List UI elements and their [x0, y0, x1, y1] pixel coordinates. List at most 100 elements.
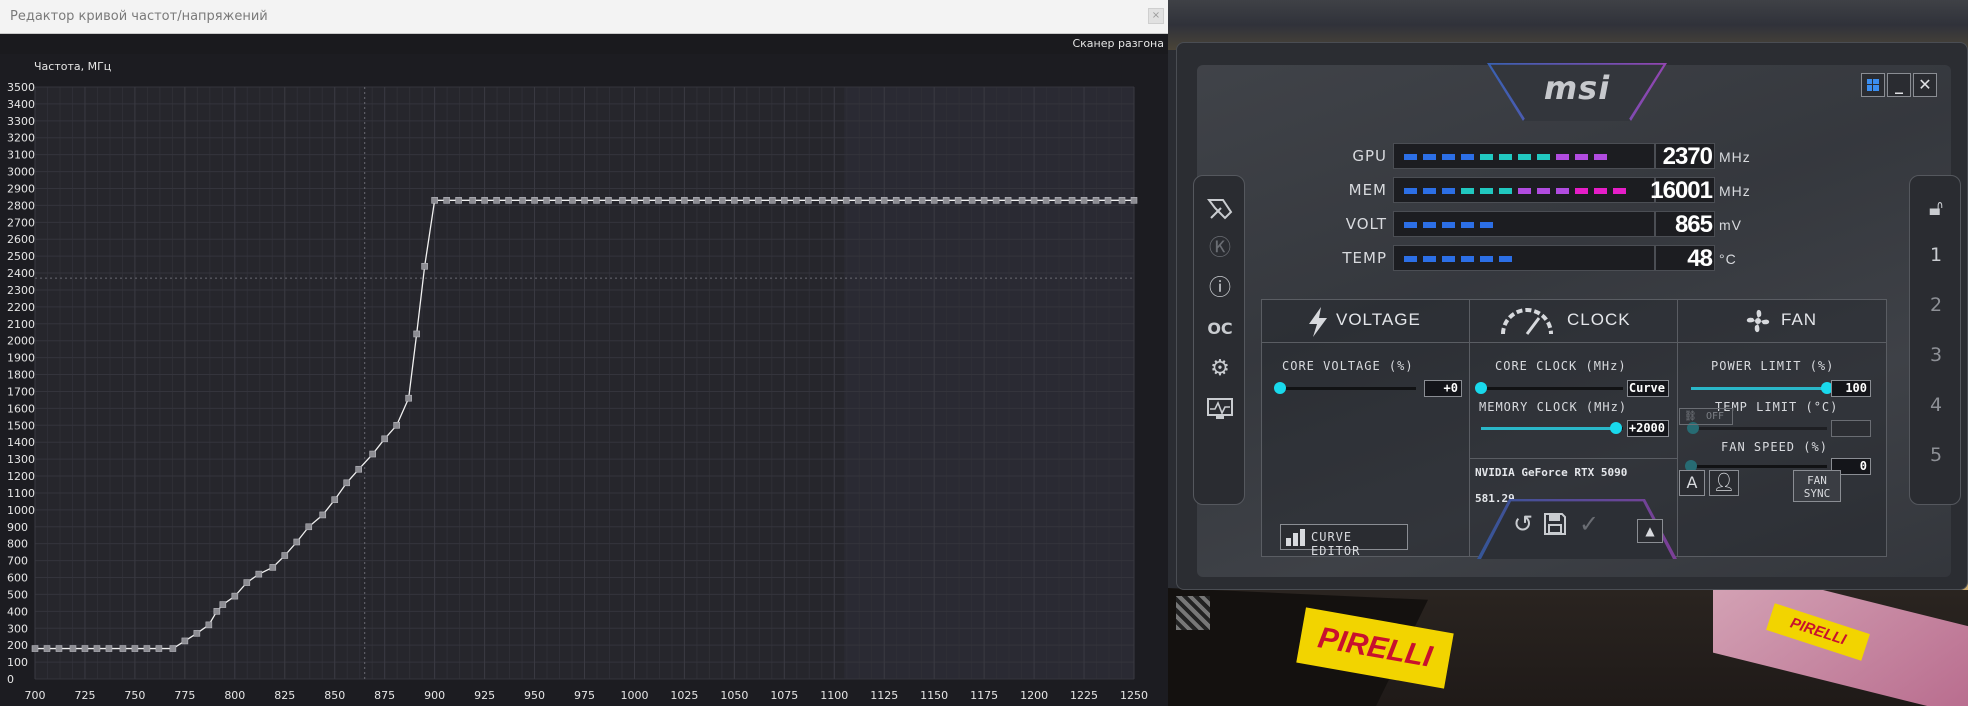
curve-point[interactable]	[719, 197, 726, 204]
profile-5-button[interactable]: 5	[1921, 440, 1951, 470]
curve-point[interactable]	[1042, 197, 1050, 204]
core-clock-slider[interactable]	[1481, 387, 1623, 390]
curve-point[interactable]	[968, 197, 976, 204]
curve-point[interactable]	[481, 197, 488, 204]
curve-point[interactable]	[131, 645, 139, 652]
curve-point[interactable]	[781, 197, 788, 204]
apply-check-icon[interactable]: ✓	[1574, 509, 1604, 539]
curve-point[interactable]	[569, 197, 576, 204]
curve-point[interactable]	[593, 197, 600, 204]
curve-point[interactable]	[305, 523, 313, 531]
monitoring-icon[interactable]	[1205, 394, 1235, 424]
close-button[interactable]: ✕	[1913, 73, 1937, 97]
curve-point[interactable]	[105, 645, 113, 652]
save-icon[interactable]	[1540, 509, 1570, 539]
curve-point[interactable]	[818, 197, 826, 204]
temp-link-toggle[interactable]: ⛓︎ OFF	[1679, 408, 1733, 425]
curve-point[interactable]	[1104, 197, 1112, 204]
curve-point[interactable]	[155, 645, 163, 652]
memory-clock-value[interactable]: +2000	[1627, 420, 1669, 437]
curve-point[interactable]	[443, 197, 450, 204]
curve-point[interactable]	[555, 197, 562, 204]
oc-scanner-button[interactable]: Сканер разгона	[1072, 37, 1164, 50]
auto-fan-button[interactable]: A	[1679, 470, 1705, 496]
curve-point[interactable]	[705, 197, 712, 204]
curve-point[interactable]	[942, 197, 950, 204]
user-fan-profile-icon[interactable]: 👤︎	[1709, 470, 1739, 496]
curve-point[interactable]	[519, 197, 526, 204]
minimize-button[interactable]: _	[1887, 73, 1911, 97]
k-boost-icon[interactable]: Ⓚ	[1205, 234, 1235, 264]
curve-point[interactable]	[205, 621, 213, 629]
curve-point[interactable]	[55, 645, 63, 652]
info-icon[interactable]: ⓘ	[1205, 274, 1235, 304]
curve-point[interactable]	[31, 645, 39, 652]
curve-point[interactable]	[493, 197, 500, 204]
curve-point[interactable]	[93, 645, 101, 652]
curve-point[interactable]	[369, 450, 376, 458]
core-voltage-value[interactable]: +0	[1424, 380, 1462, 397]
memory-clock-knob[interactable]	[1609, 422, 1622, 434]
curve-point[interactable]	[69, 645, 77, 652]
curve-point[interactable]	[1030, 197, 1038, 204]
curve-point[interactable]	[293, 538, 301, 546]
vf-curve-chart[interactable]: 0 100 200 300 400 500 600 700 800 900 1000 1100 1200…	[0, 54, 1168, 706]
curve-point[interactable]	[193, 630, 201, 637]
curve-point[interactable]	[169, 645, 177, 652]
curve-point[interactable]	[880, 197, 888, 204]
curve-point[interactable]	[1004, 197, 1012, 204]
curve-point[interactable]	[842, 197, 850, 204]
curve-point[interactable]	[655, 197, 662, 204]
fan-speed-slider[interactable]	[1691, 465, 1827, 468]
temp-limit-value[interactable]	[1831, 420, 1871, 437]
curve-point[interactable]	[119, 645, 127, 652]
window-titlebar[interactable]: Редактор кривой частот/напряжений ×	[0, 0, 1168, 34]
curve-point[interactable]	[793, 197, 800, 204]
curve-point[interactable]	[1080, 197, 1088, 204]
core-voltage-knob[interactable]	[1274, 382, 1286, 394]
curve-point[interactable]	[1092, 197, 1100, 204]
curve-point[interactable]	[143, 645, 151, 652]
curve-point[interactable]	[769, 197, 776, 204]
core-clock-knob[interactable]	[1475, 382, 1487, 394]
profile-1-button[interactable]: 1	[1921, 240, 1951, 270]
curve-point[interactable]	[531, 197, 538, 204]
curve-point[interactable]	[331, 496, 339, 504]
curve-point[interactable]	[918, 197, 926, 204]
curve-point[interactable]	[543, 197, 550, 204]
curve-point[interactable]	[619, 197, 626, 204]
curve-point[interactable]	[992, 197, 1000, 204]
curve-point[interactable]	[830, 197, 838, 204]
power-limit-value[interactable]: 100	[1831, 380, 1871, 397]
windows-icon[interactable]	[1861, 73, 1885, 97]
curve-point[interactable]	[281, 552, 289, 559]
curve-point[interactable]	[505, 197, 512, 204]
curve-point[interactable]	[755, 197, 762, 204]
curve-point[interactable]	[930, 197, 938, 204]
curve-point[interactable]	[343, 479, 351, 487]
curve-editor-button[interactable]: CURVE EDITOR	[1280, 524, 1408, 558]
profile-3-button[interactable]: 3	[1921, 340, 1951, 370]
curve-point[interactable]	[381, 435, 388, 443]
curve-point[interactable]	[319, 511, 327, 519]
oc-scanner-icon[interactable]: OC	[1205, 314, 1235, 344]
curve-point[interactable]	[431, 197, 438, 204]
settings-gear-icon[interactable]: ⚙	[1205, 354, 1235, 384]
curve-point[interactable]	[980, 197, 988, 204]
curve-point[interactable]	[413, 330, 420, 338]
curve-point[interactable]	[904, 197, 912, 204]
curve-point[interactable]	[631, 197, 638, 204]
curve-point[interactable]	[269, 564, 277, 571]
profile-2-button[interactable]: 2	[1921, 290, 1951, 320]
curve-point[interactable]	[243, 579, 251, 586]
curve-point[interactable]	[1054, 197, 1062, 204]
curve-point[interactable]	[43, 645, 51, 652]
curve-point[interactable]	[421, 262, 428, 270]
curve-point[interactable]	[1068, 197, 1076, 204]
curve-point[interactable]	[181, 637, 189, 645]
kombustor-icon[interactable]	[1205, 194, 1235, 224]
curve-point[interactable]	[213, 608, 221, 615]
curve-point[interactable]	[892, 197, 900, 204]
curve-point[interactable]	[455, 197, 462, 204]
curve-point[interactable]	[954, 197, 962, 204]
